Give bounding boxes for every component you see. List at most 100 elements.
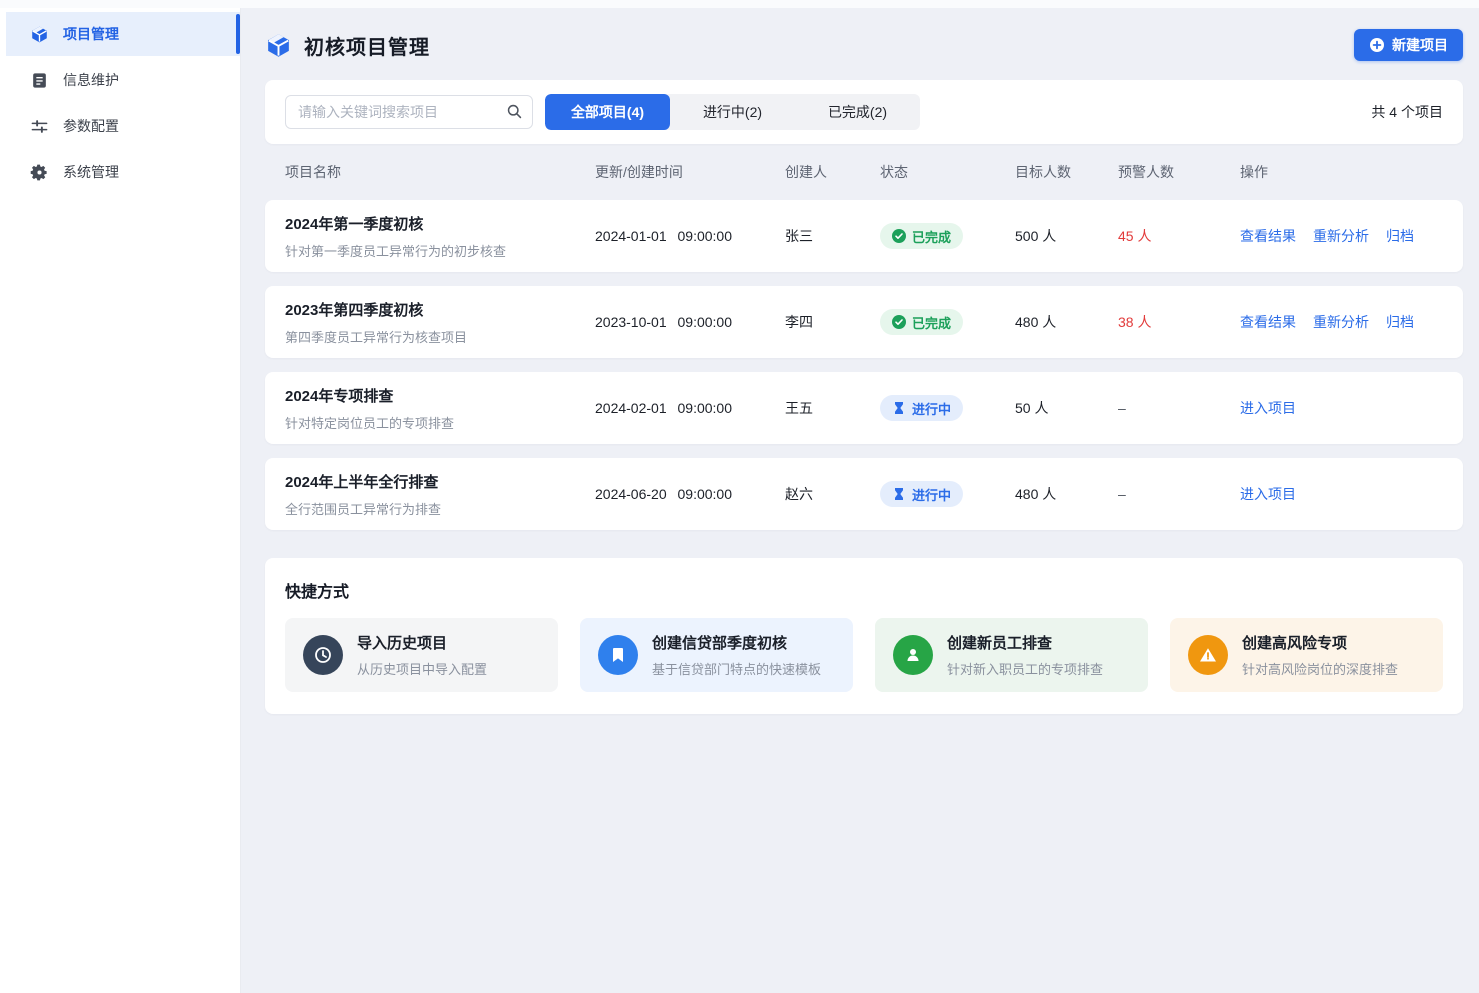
page-title: 初核项目管理 (304, 31, 430, 60)
target-count: 480 人 (1015, 312, 1118, 332)
project-description: 针对第一季度员工异常行为的初步核查 (285, 241, 595, 260)
status-badge: 已完成 (880, 223, 963, 249)
sidebar-item-info-maintenance[interactable]: 信息维护 (6, 58, 240, 102)
project-name: 2023年第四季度初核 (285, 299, 595, 320)
project-description: 针对特定岗位员工的专项排查 (285, 413, 595, 432)
warning-count: 45 人 (1118, 226, 1240, 246)
search-input[interactable] (285, 95, 533, 129)
check-circle-icon (892, 315, 906, 329)
shortcut-description: 针对高风险岗位的深度排查 (1242, 659, 1398, 678)
project-creator: 李四 (785, 312, 880, 332)
page-header: 初核项目管理 新建项目 (265, 28, 1463, 62)
sidebar-item-parameter-config[interactable]: 参数配置 (6, 104, 240, 148)
shortcuts-title: 快捷方式 (285, 578, 1443, 602)
status-badge: 已完成 (880, 309, 963, 335)
warning-icon (1188, 635, 1228, 675)
warning-count: – (1118, 400, 1240, 416)
clock-icon (303, 635, 343, 675)
view-results-link[interactable]: 查看结果 (1240, 226, 1296, 246)
project-description: 全行范围员工异常行为排查 (285, 499, 595, 518)
project-time: 2024-06-20 09:00:00 (595, 486, 785, 502)
warning-count: – (1118, 486, 1240, 502)
document-icon (30, 71, 49, 90)
table-header: 项目名称 更新/创建时间 创建人 状态 目标人数 预警人数 操作 (265, 144, 1463, 200)
shortcut-title: 导入历史项目 (357, 632, 487, 653)
sidebar-item-label: 信息维护 (63, 70, 119, 90)
sliders-icon (30, 117, 49, 136)
table-row: 2024年专项排查 针对特定岗位员工的专项排查 2024-02-01 09:00… (265, 372, 1463, 444)
column-header-name: 项目名称 (285, 162, 595, 182)
shortcut-import-history-project[interactable]: 导入历史项目 从历史项目中导入配置 (285, 618, 558, 692)
project-name: 2024年第一季度初核 (285, 213, 595, 234)
view-results-link[interactable]: 查看结果 (1240, 312, 1296, 332)
check-circle-icon (892, 229, 906, 243)
sidebar-item-project-management[interactable]: 项目管理 (6, 12, 240, 56)
shortcut-create-credit-dept-review[interactable]: 创建信贷部季度初核 基于信贷部门特点的快速模板 (580, 618, 853, 692)
user-icon (893, 635, 933, 675)
filter-tabs: 全部项目(4) 进行中(2) 已完成(2) (545, 94, 920, 130)
column-header-time: 更新/创建时间 (595, 162, 785, 182)
tab-all-projects[interactable]: 全部项目(4) (545, 94, 670, 130)
toolbar-card: 全部项目(4) 进行中(2) 已完成(2) 共 4 个项目 (265, 80, 1463, 144)
project-time: 2024-01-01 09:00:00 (595, 228, 785, 244)
project-creator: 王五 (785, 398, 880, 418)
page-top-strip (0, 0, 1479, 8)
sidebar-item-label: 参数配置 (63, 116, 119, 136)
table-row: 2024年第一季度初核 针对第一季度员工异常行为的初步核查 2024-01-01… (265, 200, 1463, 272)
shortcut-title: 创建信贷部季度初核 (652, 632, 821, 653)
project-name: 2024年专项排查 (285, 385, 595, 406)
table-row: 2024年上半年全行排查 全行范围员工异常行为排查 2024-06-20 09:… (265, 458, 1463, 530)
search-icon[interactable] (506, 103, 523, 120)
shortcut-title: 创建新员工排查 (947, 632, 1103, 653)
shortcuts-card: 快捷方式 导入历史项目 从历史项目中导入配置 创建信贷部季度初核 基于信贷部门特… (265, 558, 1463, 714)
shortcut-description: 基于信贷部门特点的快速模板 (652, 659, 821, 678)
column-header-creator: 创建人 (785, 162, 880, 182)
shortcut-create-new-employee-screening[interactable]: 创建新员工排查 针对新入职员工的专项排查 (875, 618, 1148, 692)
bookmark-icon (598, 635, 638, 675)
plus-circle-icon (1369, 37, 1385, 53)
sidebar: 项目管理 信息维护 参数配置 系统管理 (0, 0, 241, 993)
sidebar-item-label: 项目管理 (63, 24, 119, 44)
project-description: 第四季度员工异常行为核查项目 (285, 327, 595, 346)
enter-project-link[interactable]: 进入项目 (1240, 484, 1296, 504)
column-header-target: 目标人数 (1015, 162, 1118, 182)
cube-icon (265, 32, 292, 59)
enter-project-link[interactable]: 进入项目 (1240, 398, 1296, 418)
new-project-button[interactable]: 新建项目 (1354, 29, 1463, 61)
status-badge: 进行中 (880, 395, 963, 421)
reanalyze-link[interactable]: 重新分析 (1313, 312, 1369, 332)
column-header-status: 状态 (880, 162, 1015, 182)
project-name: 2024年上半年全行排查 (285, 471, 595, 492)
reanalyze-link[interactable]: 重新分析 (1313, 226, 1369, 246)
gear-icon (30, 163, 49, 182)
tab-in-progress[interactable]: 进行中(2) (670, 94, 795, 130)
main-content: 初核项目管理 新建项目 全部项目(4) 进行中(2) 已完成(2) 共 4 个项… (241, 8, 1479, 993)
search-box (285, 95, 533, 129)
project-time: 2024-02-01 09:00:00 (595, 400, 785, 416)
project-total-count: 共 4 个项目 (1371, 102, 1443, 122)
shortcut-description: 从历史项目中导入配置 (357, 659, 487, 678)
project-creator: 张三 (785, 226, 880, 246)
cube-icon (30, 25, 49, 44)
archive-link[interactable]: 归档 (1386, 226, 1414, 246)
shortcut-title: 创建高风险专项 (1242, 632, 1398, 653)
warning-count: 38 人 (1118, 312, 1240, 332)
hourglass-icon (892, 401, 906, 415)
project-time: 2023-10-01 09:00:00 (595, 314, 785, 330)
table-row: 2023年第四季度初核 第四季度员工异常行为核查项目 2023-10-01 09… (265, 286, 1463, 358)
target-count: 500 人 (1015, 226, 1118, 246)
column-header-actions: 操作 (1240, 162, 1451, 182)
sidebar-item-label: 系统管理 (63, 162, 119, 182)
shortcut-description: 针对新入职员工的专项排查 (947, 659, 1103, 678)
sidebar-nav: 项目管理 信息维护 参数配置 系统管理 (0, 0, 240, 194)
target-count: 480 人 (1015, 484, 1118, 504)
target-count: 50 人 (1015, 398, 1118, 418)
sidebar-item-system-management[interactable]: 系统管理 (6, 150, 240, 194)
tab-completed[interactable]: 已完成(2) (795, 94, 920, 130)
shortcut-create-high-risk-special[interactable]: 创建高风险专项 针对高风险岗位的深度排查 (1170, 618, 1443, 692)
column-header-warning: 预警人数 (1118, 162, 1240, 182)
project-creator: 赵六 (785, 484, 880, 504)
archive-link[interactable]: 归档 (1386, 312, 1414, 332)
status-badge: 进行中 (880, 481, 963, 507)
hourglass-icon (892, 487, 906, 501)
